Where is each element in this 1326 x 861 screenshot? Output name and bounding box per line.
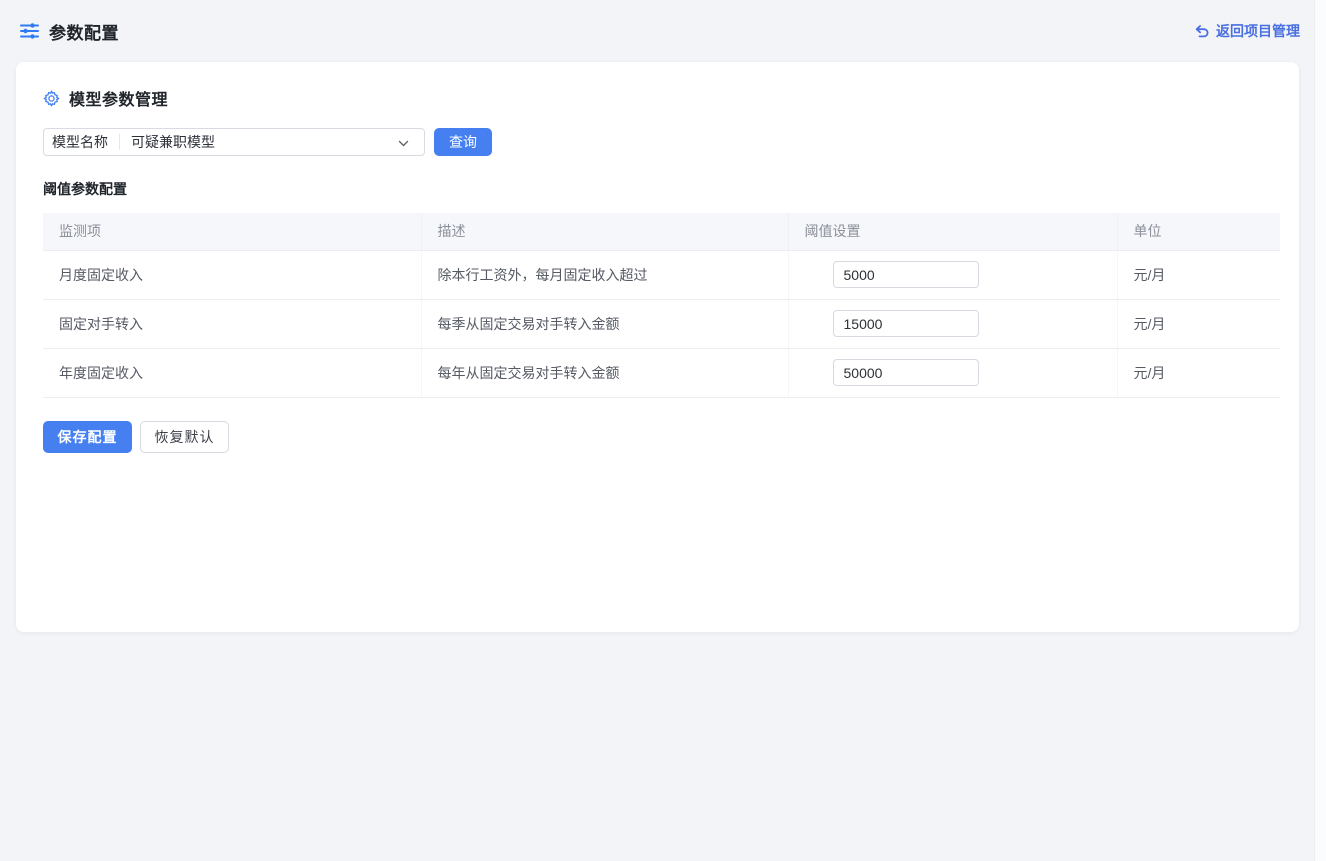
query-row: 模型名称 可疑兼职模型 查询 xyxy=(43,128,1272,156)
cell-description: 每年从固定交易对手转入金额 xyxy=(421,348,788,397)
page-title: 参数配置 xyxy=(49,19,119,44)
topbar-left: 参数配置 xyxy=(20,19,119,44)
table-row: 固定对手转入 每季从固定交易对手转入金额 元/月 xyxy=(43,299,1280,348)
cell-threshold xyxy=(788,250,1117,299)
model-name-value: 可疑兼职模型 xyxy=(120,132,424,152)
gear-icon xyxy=(43,90,60,107)
scrollbar-track[interactable] xyxy=(1314,0,1326,861)
cell-threshold xyxy=(788,348,1117,397)
undo-icon xyxy=(1194,24,1209,38)
header-unit: 单位 xyxy=(1117,213,1280,250)
restore-defaults-button[interactable]: 恢复默认 xyxy=(140,421,229,453)
query-button[interactable]: 查询 xyxy=(434,128,492,156)
section-title: 模型参数管理 xyxy=(69,86,168,110)
threshold-section-title: 阈值参数配置 xyxy=(43,179,1272,199)
cell-monitor-item: 固定对手转入 xyxy=(43,299,421,348)
threshold-input[interactable] xyxy=(833,359,979,386)
back-to-projects-link[interactable]: 返回项目管理 xyxy=(1194,21,1300,41)
section-header: 模型参数管理 xyxy=(43,87,1272,109)
topbar: 参数配置 返回项目管理 xyxy=(0,0,1326,62)
cell-threshold xyxy=(788,299,1117,348)
cell-unit: 元/月 xyxy=(1117,348,1280,397)
sliders-icon xyxy=(20,22,39,40)
cell-description: 每季从固定交易对手转入金额 xyxy=(421,299,788,348)
model-parameter-card: 模型参数管理 模型名称 可疑兼职模型 查询 阈值参数配置 监测项 描述 阈值设置… xyxy=(16,62,1299,632)
threshold-table: 监测项 描述 阈值设置 单位 月度固定收入 除本行工资外，每月固定收入超过 元/… xyxy=(43,213,1280,398)
table-header-row: 监测项 描述 阈值设置 单位 xyxy=(43,213,1280,250)
cell-description: 除本行工资外，每月固定收入超过 xyxy=(421,250,788,299)
cell-monitor-item: 年度固定收入 xyxy=(43,348,421,397)
cell-unit: 元/月 xyxy=(1117,250,1280,299)
cell-monitor-item: 月度固定收入 xyxy=(43,250,421,299)
table-row: 月度固定收入 除本行工资外，每月固定收入超过 元/月 xyxy=(43,250,1280,299)
back-link-label: 返回项目管理 xyxy=(1216,21,1300,41)
threshold-input[interactable] xyxy=(833,261,979,288)
actions-row: 保存配置 恢复默认 xyxy=(43,421,1272,453)
table-row: 年度固定收入 每年从固定交易对手转入金额 元/月 xyxy=(43,348,1280,397)
model-name-label: 模型名称 xyxy=(44,134,120,150)
header-monitor-item: 监测项 xyxy=(43,213,421,250)
threshold-input[interactable] xyxy=(833,310,979,337)
save-config-button[interactable]: 保存配置 xyxy=(43,421,132,453)
chevron-down-icon xyxy=(397,137,410,150)
cell-unit: 元/月 xyxy=(1117,299,1280,348)
header-threshold: 阈值设置 xyxy=(788,213,1117,250)
header-description: 描述 xyxy=(421,213,788,250)
model-name-select[interactable]: 模型名称 可疑兼职模型 xyxy=(43,128,425,156)
